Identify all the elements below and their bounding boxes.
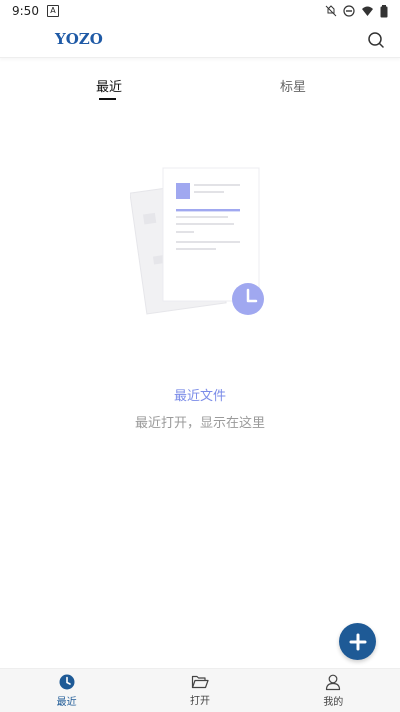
clock-icon [59, 674, 75, 690]
nav-open-label: 打开 [189, 696, 210, 707]
folder-open-icon [191, 675, 209, 689]
tab-recent[interactable]: 最近 [96, 76, 122, 95]
plus-icon [349, 633, 366, 650]
app-header: YOZO [0, 22, 400, 58]
notification-badge: A [46, 5, 59, 17]
empty-state-subtitle: 最近打开，显示在这里 [134, 416, 265, 431]
search-icon [368, 32, 384, 48]
status-bar: 9:50 A [0, 0, 400, 22]
new-file-button[interactable] [339, 623, 376, 660]
clock-badge-icon [232, 283, 264, 315]
status-time: 9:50 [12, 4, 39, 18]
nav-open[interactable]: 打开 [133, 669, 266, 712]
mute-icon [325, 5, 337, 17]
empty-state-illustration [129, 165, 270, 320]
search-button[interactable] [366, 30, 386, 50]
do-not-disturb-icon [343, 5, 355, 17]
nav-recent-label: 最近 [56, 697, 77, 708]
app-logo: YOZO [55, 30, 103, 48]
wifi-icon [361, 5, 374, 17]
active-tab-indicator [99, 98, 116, 100]
front-document-icon [162, 167, 260, 302]
nav-me-label: 我的 [323, 697, 344, 708]
nav-me[interactable]: 我的 [267, 669, 400, 712]
user-icon [326, 674, 341, 691]
nav-recent[interactable]: 最近 [0, 669, 133, 712]
bottom-navigation: 最近 打开 我的 [0, 668, 400, 712]
empty-state-title: 最近文件 [173, 389, 226, 404]
tab-bar: 最近 标星 [0, 70, 400, 104]
tab-starred[interactable]: 标星 [280, 76, 306, 95]
battery-icon [380, 4, 388, 18]
